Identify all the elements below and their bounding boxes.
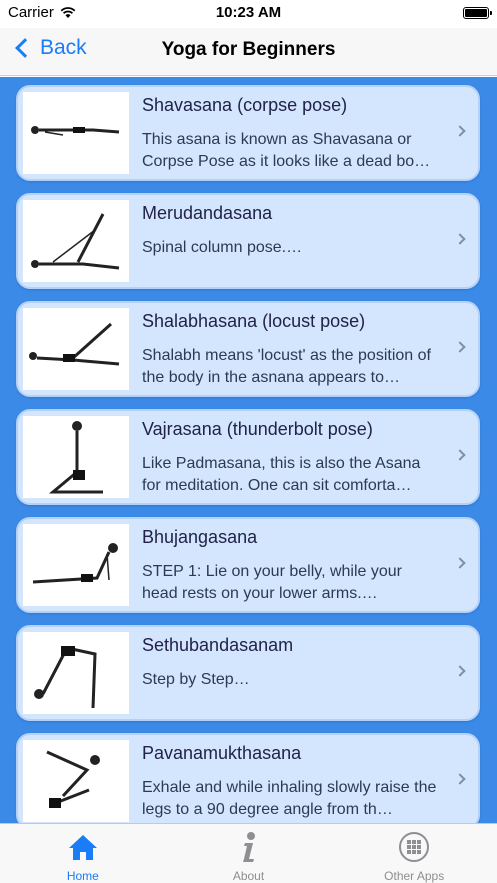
list-item[interactable]: Merudandasana Spinal column pose.… — [16, 193, 480, 289]
tab-bar: Home About Other Apps — [0, 823, 497, 883]
status-bar: Carrier 10:23 AM — [0, 0, 497, 28]
chevron-right-icon — [454, 449, 466, 461]
pose-thumbnail — [23, 524, 129, 606]
pose-title: Vajrasana (thunderbolt pose) — [142, 419, 373, 439]
pose-illustration-pavanamukthasana — [46, 750, 100, 808]
page-title: Yoga for Beginners — [161, 39, 336, 60]
pose-illustration-shalabhasana — [29, 322, 120, 366]
pose-thumbnail — [23, 200, 129, 282]
chevron-right-icon — [454, 125, 466, 137]
pose-illustration-merudandasana — [31, 213, 120, 270]
chevron-right-icon — [454, 665, 466, 677]
pose-title: Pavanamukthasana — [142, 743, 302, 763]
list-item[interactable]: Shavasana (corpse pose) This asana is kn… — [16, 85, 480, 181]
pose-title: Bhujangasana — [142, 527, 258, 547]
grid-icon — [397, 831, 431, 863]
tab-label: About — [232, 869, 265, 883]
pose-title: Sethubandasanam — [142, 635, 294, 655]
tab-about[interactable]: About — [166, 824, 332, 883]
battery-icon — [463, 7, 492, 19]
pose-title: Shavasana (corpse pose) — [142, 95, 348, 115]
pose-illustration-sethubandasanam — [34, 646, 97, 709]
pose-title: Merudandasana — [142, 203, 273, 223]
chevron-right-icon — [454, 341, 466, 353]
tab-other-apps[interactable]: Other Apps — [331, 824, 497, 883]
pose-illustration-shavasana — [31, 126, 120, 136]
pose-thumbnail — [23, 92, 129, 174]
pose-thumbnail — [23, 632, 129, 714]
list-item[interactable]: Vajrasana (thunderbolt pose) Like Padmas… — [16, 409, 480, 505]
pose-illustration-bhujangasana — [32, 543, 118, 584]
tab-label: Home — [66, 869, 99, 883]
tab-home[interactable]: Home — [0, 824, 166, 883]
tab-label: Other Apps — [384, 869, 445, 883]
info-icon — [232, 831, 266, 863]
list-item[interactable]: Bhujangasana STEP 1: Lie on your belly, … — [16, 517, 480, 613]
list-item[interactable]: Shalabhasana (locust pose) Shalabh means… — [16, 301, 480, 397]
pose-thumbnail — [23, 416, 129, 498]
status-time: 10:23 AM — [215, 4, 282, 21]
chevron-right-icon — [454, 233, 466, 245]
pose-description: This asana is known as Shavasana or Corp… — [142, 131, 431, 170]
pose-thumbnail — [23, 740, 129, 822]
pose-description: STEP 1: Lie on your belly, while your he… — [142, 563, 402, 602]
home-icon — [66, 831, 100, 863]
pose-illustration-vajrasana — [48, 421, 103, 494]
pose-description: Spinal column pose.… — [142, 239, 303, 256]
pose-description: Shalabh means 'locust' as the position o… — [142, 347, 431, 386]
pose-thumbnail — [23, 308, 129, 390]
list-item[interactable]: Sethubandasanam Step by Step… — [16, 625, 480, 721]
chevron-right-icon — [454, 773, 466, 785]
chevron-right-icon — [454, 557, 466, 569]
navigation-bar: Back Yoga for Beginners — [0, 28, 497, 76]
pose-title: Shalabhasana (locust pose) — [142, 311, 366, 331]
list-item[interactable]: Pavanamukthasana Exhale and while inhali… — [16, 733, 480, 823]
pose-description: Exhale and while inhaling slowly raise t… — [142, 779, 437, 818]
pose-list[interactable]: Shavasana (corpse pose) This asana is kn… — [0, 77, 497, 823]
pose-description: Like Padmasana, this is also the Asana f… — [142, 455, 421, 494]
pose-description: Step by Step… — [142, 671, 250, 688]
